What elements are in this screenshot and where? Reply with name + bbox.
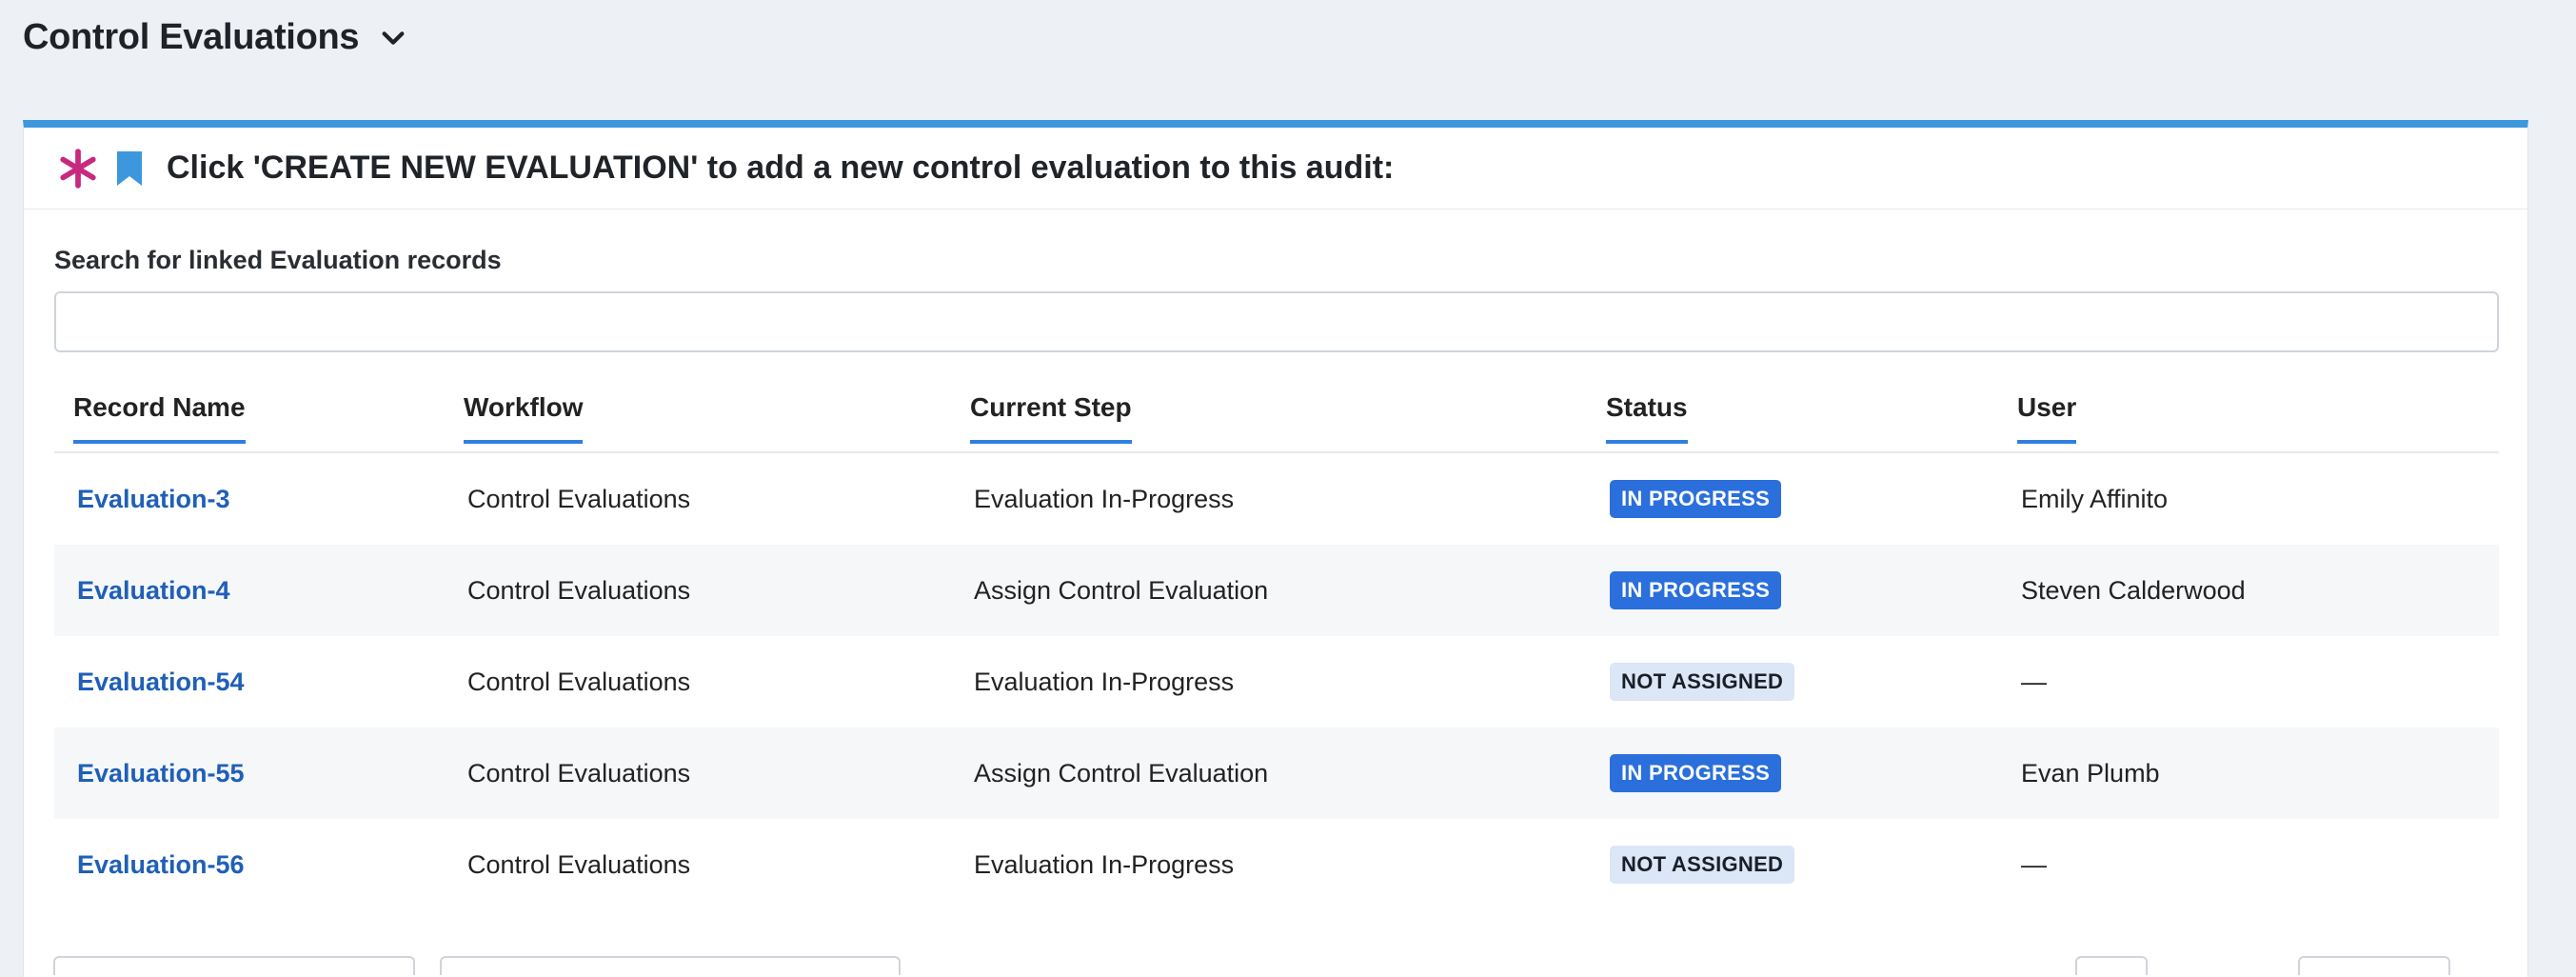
column-header-current-step[interactable]: Current Step (970, 392, 1132, 444)
column-header-user[interactable]: User (2017, 392, 2077, 444)
workflow-cell: Control Evaluations (467, 575, 691, 605)
bottom-button[interactable] (440, 956, 901, 975)
table-row: Evaluation-55 Control Evaluations Assign… (54, 728, 2499, 819)
column-header-status[interactable]: Status (1606, 392, 1688, 444)
column-header-workflow[interactable]: Workflow (464, 392, 584, 444)
evaluations-card: Click 'CREATE NEW EVALUATION' to add a n… (23, 120, 2528, 977)
record-link[interactable]: Evaluation-3 (77, 485, 230, 514)
card-header: Click 'CREATE NEW EVALUATION' to add a n… (24, 128, 2527, 209)
status-badge: IN PROGRESS (1610, 571, 1782, 609)
table-row: Evaluation-4 Control Evaluations Assign … (54, 545, 2499, 636)
record-link[interactable]: Evaluation-4 (77, 576, 230, 606)
user-cell: — (2021, 667, 2047, 696)
current-step-cell: Evaluation In-Progress (974, 667, 1235, 696)
workflow-cell: Control Evaluations (467, 667, 691, 696)
card-heading: Click 'CREATE NEW EVALUATION' to add a n… (167, 150, 1395, 186)
current-step-cell: Evaluation In-Progress (974, 849, 1235, 879)
table-row: Evaluation-54 Control Evaluations Evalua… (54, 636, 2499, 728)
bookmark-icon (117, 150, 142, 186)
chevron-down-icon[interactable] (380, 25, 406, 51)
workflow-cell: Control Evaluations (467, 758, 691, 788)
search-input[interactable] (54, 291, 2499, 352)
user-cell: Evan Plumb (2021, 758, 2160, 788)
workflow-cell: Control Evaluations (467, 849, 691, 879)
record-link[interactable]: Evaluation-56 (77, 850, 245, 880)
status-badge: IN PROGRESS (1610, 480, 1782, 518)
table-row: Evaluation-3 Control Evaluations Evaluat… (54, 453, 2499, 545)
bottom-button[interactable] (2075, 956, 2148, 975)
asterisk-icon (60, 148, 96, 189)
table-header: Record Name Workflow Current Step Status… (54, 392, 2499, 453)
page-header: Control Evaluations (23, 17, 406, 58)
evaluations-table: Record Name Workflow Current Step Status… (54, 392, 2499, 910)
current-step-cell: Evaluation In-Progress (974, 484, 1235, 513)
status-badge: IN PROGRESS (1610, 754, 1782, 792)
status-badge: NOT ASSIGNED (1610, 663, 1795, 701)
search-label: Search for linked Evaluation records (54, 246, 502, 274)
status-badge: NOT ASSIGNED (1610, 846, 1795, 884)
page-title: Control Evaluations (23, 17, 360, 57)
user-cell: Steven Calderwood (2021, 575, 2246, 605)
record-link[interactable]: Evaluation-55 (77, 759, 245, 788)
bottom-button[interactable] (2298, 956, 2450, 975)
bottom-button[interactable] (53, 956, 415, 975)
workflow-cell: Control Evaluations (467, 484, 691, 513)
user-cell: — (2021, 849, 2047, 879)
user-cell: Emily Affinito (2021, 484, 2169, 513)
table-row: Evaluation-56 Control Evaluations Evalua… (54, 819, 2499, 910)
current-step-cell: Assign Control Evaluation (974, 758, 1269, 788)
record-link[interactable]: Evaluation-54 (77, 668, 245, 697)
current-step-cell: Assign Control Evaluation (974, 575, 1269, 605)
column-header-record-name[interactable]: Record Name (73, 392, 246, 444)
